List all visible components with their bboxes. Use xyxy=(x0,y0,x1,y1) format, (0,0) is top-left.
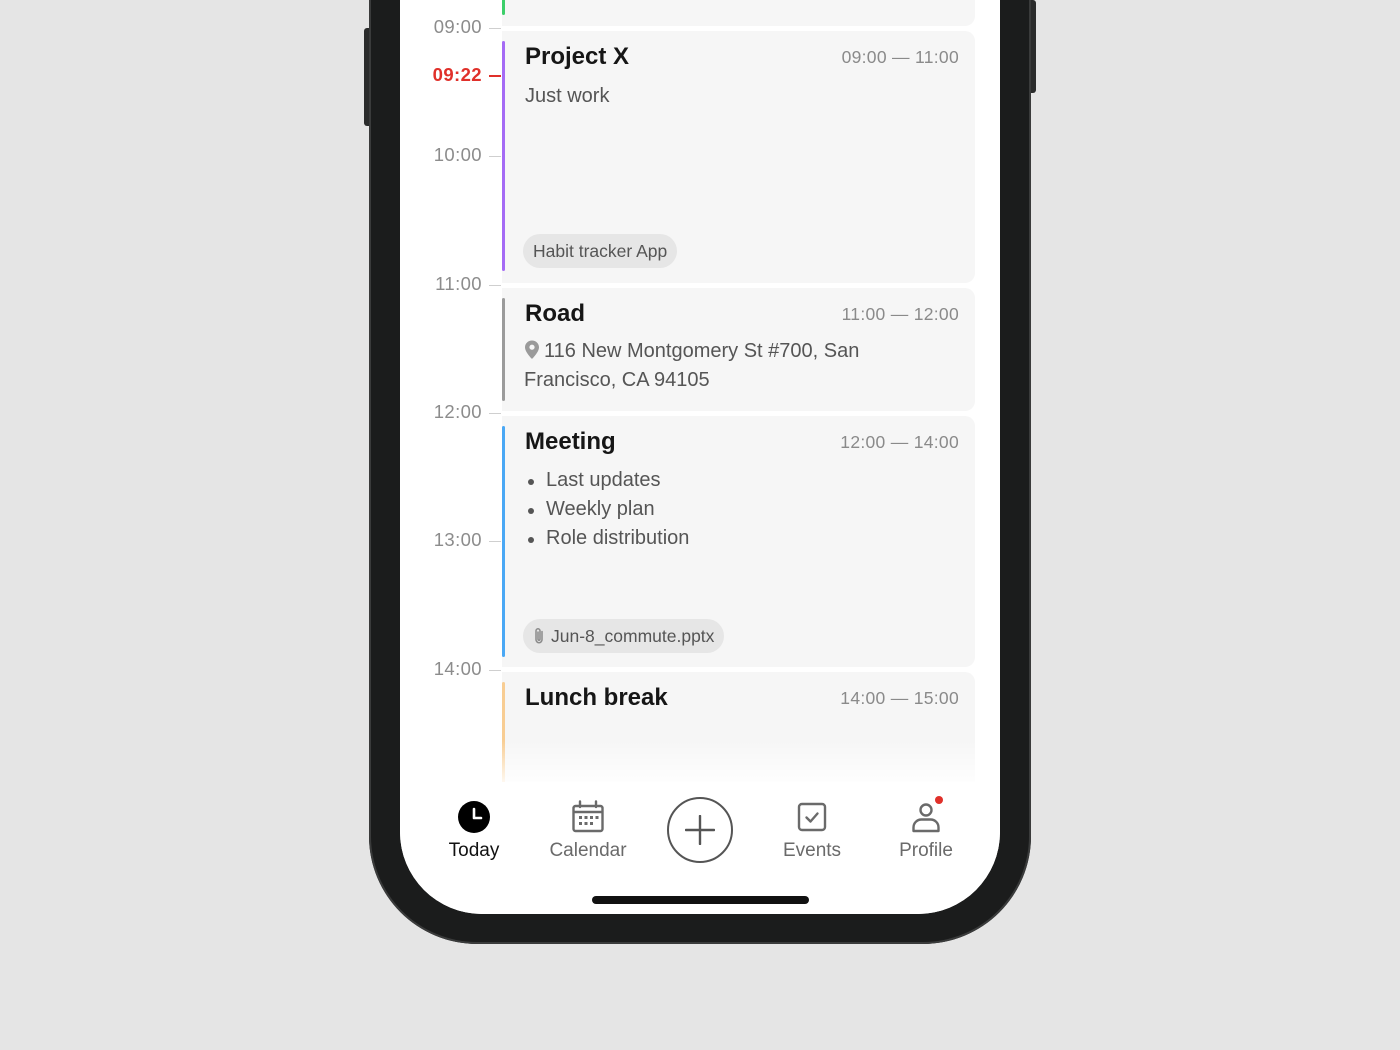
clock-icon xyxy=(458,801,490,833)
event-card-meeting[interactable]: Meeting 12:00 — 14:00 Last updates Weekl… xyxy=(502,416,975,667)
event-accent-bar xyxy=(502,298,505,401)
time-tick xyxy=(489,413,501,414)
time-label-1100: 11:00 xyxy=(435,273,482,294)
event-accent-bar xyxy=(502,426,505,657)
time-label-0900: 09:00 xyxy=(433,16,482,37)
agenda-item: Role distribution xyxy=(525,524,689,553)
event-time-range: 14:00 — 15:00 xyxy=(840,688,959,708)
time-tick xyxy=(489,28,501,29)
tab-profile-label: Profile xyxy=(899,840,953,861)
tab-today[interactable]: Today xyxy=(419,796,529,866)
time-tick xyxy=(489,156,501,157)
tab-profile[interactable]: Profile xyxy=(871,796,981,866)
plus-icon xyxy=(685,815,715,845)
time-tick xyxy=(489,670,501,671)
event-address-text: 116 New Montgomery St #700, San Francisc… xyxy=(524,340,860,391)
event-accent-bar xyxy=(502,0,505,15)
project-tag-label: Habit tracker App xyxy=(533,241,668,261)
event-title: Road xyxy=(525,300,585,327)
event-card-road[interactable]: Road 11:00 — 12:00 116 New Montgomery St… xyxy=(502,288,975,411)
time-label-1000: 10:00 xyxy=(433,144,482,165)
notification-dot xyxy=(935,796,943,804)
project-tag-chip[interactable]: Habit tracker App xyxy=(523,234,678,268)
tab-calendar-label: Calendar xyxy=(549,840,627,861)
event-title: Meeting xyxy=(525,428,616,455)
time-label-1200: 12:00 xyxy=(433,401,482,422)
phone-screen: 09:00 09:22 10:00 11:00 12:00 13:00 14:0… xyxy=(400,0,1000,914)
time-label-1300: 13:00 xyxy=(433,529,482,550)
tab-today-label: Today xyxy=(448,840,500,861)
attachment-filename: Jun-8_commute.pptx xyxy=(551,626,715,646)
scroll-fade xyxy=(400,740,1000,782)
event-description: Just work xyxy=(525,85,610,107)
calendar-icon xyxy=(572,800,604,833)
event-title: Project X xyxy=(525,43,630,70)
time-tick xyxy=(489,541,501,542)
tab-calendar[interactable]: Calendar xyxy=(533,796,643,866)
previous-event-card[interactable] xyxy=(502,0,975,26)
agenda-list: Last updates Weekly plan Role distributi… xyxy=(525,466,689,553)
event-card-project-x[interactable]: Project X 09:00 — 11:00 Just work Habit … xyxy=(502,31,975,283)
current-time-label: 09:22 xyxy=(432,64,482,85)
event-time-range: 09:00 — 11:00 xyxy=(841,47,959,67)
time-tick xyxy=(489,285,501,286)
checkbox-icon xyxy=(797,802,827,832)
tab-events[interactable]: Events xyxy=(757,796,867,866)
event-time-range: 11:00 — 12:00 xyxy=(841,304,959,324)
current-time-tick xyxy=(489,75,501,77)
event-title: Lunch break xyxy=(525,684,668,711)
event-address[interactable]: 116 New Montgomery St #700, San Francisc… xyxy=(524,337,924,395)
attachment-chip[interactable]: Jun-8_commute.pptx xyxy=(523,619,725,653)
paperclip-icon xyxy=(535,628,543,644)
agenda-item: Last updates xyxy=(525,466,689,495)
home-indicator[interactable] xyxy=(592,896,809,904)
stage: 09:00 09:22 10:00 11:00 12:00 13:00 14:0… xyxy=(0,0,1400,1050)
event-accent-bar xyxy=(502,41,505,271)
event-time-range: 12:00 — 14:00 xyxy=(840,432,959,452)
user-icon xyxy=(912,803,940,833)
tab-bar: Today Calendar Events Profile xyxy=(400,782,1000,914)
agenda-item: Weekly plan xyxy=(525,495,689,524)
location-pin-icon xyxy=(525,340,539,359)
time-label-1400: 14:00 xyxy=(433,658,482,679)
add-event-button[interactable] xyxy=(667,797,733,863)
tab-events-label: Events xyxy=(782,840,842,861)
